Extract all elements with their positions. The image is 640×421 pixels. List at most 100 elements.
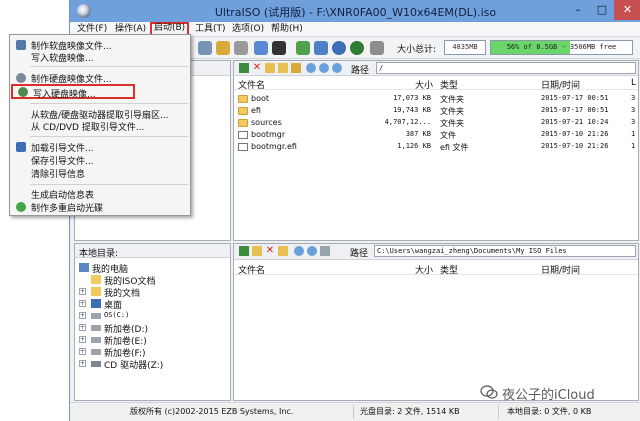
options-icon[interactable]: [307, 246, 317, 256]
status-divider: [498, 405, 499, 419]
expand-toggle[interactable]: +: [79, 348, 86, 355]
menu-item-write-disk-image[interactable]: 写入硬盘映像...: [11, 84, 135, 100]
iso-column-header: 文件名 大小 类型 日期/时间 L: [234, 77, 638, 91]
options-icon[interactable]: [319, 63, 329, 73]
write-disk-image-icon: [18, 87, 28, 97]
status-copyright: 版权所有 (c)2002-2015 EZB Systems, Inc.: [130, 407, 294, 416]
expand-toggle[interactable]: +: [79, 324, 86, 331]
title-bar[interactable]: UltraISO (试用版) - F:\XNR0FA00_W10x64EM(DL…: [70, 0, 640, 22]
menu-options[interactable]: 选项(O): [230, 23, 266, 36]
view-icon[interactable]: [320, 246, 330, 256]
size-total-label: 大小总计:: [397, 45, 437, 55]
local-file-pane: ✕ 路径 C:\Users\wangzai_zheng\Documents\My…: [233, 243, 639, 401]
menu-item-boot-info-table[interactable]: 生成启动信息表: [10, 188, 190, 201]
settings-icon[interactable]: [306, 63, 316, 73]
local-dir-header: 本地目录:: [75, 244, 230, 259]
menu-item-extract-boot-sector[interactable]: 从软盘/硬盘驱动器提取引导扇区...: [10, 108, 190, 121]
table-row[interactable]: sources 4,707,12... 文件夹 2015-07-21 10:24…: [234, 117, 638, 129]
load-boot-icon: [16, 142, 26, 152]
col-size[interactable]: 大小: [415, 263, 433, 276]
menu-item-clear-boot-info[interactable]: 清除引导信息: [10, 167, 190, 180]
multiboot-disc-icon: [16, 202, 26, 212]
col-size[interactable]: 大小: [415, 78, 433, 91]
table-row[interactable]: bootmgr.efi 1,126 KB efi 文件 2015-07-10 2…: [234, 141, 638, 153]
col-name[interactable]: 文件名: [238, 78, 265, 91]
expand-toggle[interactable]: +: [79, 300, 86, 307]
local-tree-pane: 本地目录: 我的电脑 我的ISO文档 + 我的文档 + 桌面 + OS(C:) …: [74, 243, 231, 401]
folder-icon: [91, 275, 101, 284]
menu-separator: [30, 66, 188, 67]
info-icon[interactable]: [350, 41, 364, 55]
new-folder-icon[interactable]: [278, 246, 288, 256]
exit-icon[interactable]: [370, 41, 384, 55]
boot-menu-dropdown: 制作软盘映像文件... 写入软盘映像... 制作硬盘映像文件... 写入硬盘映像…: [9, 34, 191, 216]
size-total-value: 4835MB: [444, 40, 486, 55]
maximize-button[interactable]: □: [590, 0, 614, 20]
properties-icon[interactable]: [278, 63, 288, 73]
add-icon[interactable]: [252, 246, 262, 256]
refresh-icon[interactable]: [332, 63, 342, 73]
menu-separator: [30, 136, 188, 137]
close-button[interactable]: ✕: [614, 0, 640, 20]
col-type[interactable]: 类型: [440, 78, 458, 91]
expand-toggle[interactable]: +: [79, 360, 86, 367]
menu-item-multiboot-disc[interactable]: 制作多重启动光碟: [10, 201, 190, 214]
col-extra[interactable]: L: [631, 78, 636, 88]
menu-help[interactable]: 帮助(H): [269, 23, 305, 36]
iso-file-pane: ✕ 路径 / 文件名 大小 类型 日期/时间 L boot 17,073 KB …: [233, 60, 639, 241]
file-icon: [238, 131, 248, 139]
folder-icon: [238, 95, 248, 103]
up-icon[interactable]: [239, 246, 249, 256]
iso-path-label: 路径: [351, 66, 370, 76]
window-title: UltraISO (试用版) - F:\XNR0FA00_W10x64EM(DL…: [214, 6, 497, 19]
mount-icon[interactable]: [272, 41, 286, 55]
menu-item-make-disk-image[interactable]: 制作硬盘映像文件...: [10, 72, 190, 85]
menu-item-write-floppy-image[interactable]: 写入软盘映像...: [10, 51, 190, 64]
menu-separator: [30, 184, 188, 185]
wechat-icon: [480, 385, 498, 399]
expand-toggle[interactable]: +: [79, 336, 86, 343]
extract-icon[interactable]: [198, 41, 212, 55]
delete-icon[interactable]: ✕: [265, 246, 275, 256]
cd-drive-icon: [91, 361, 101, 367]
col-type[interactable]: 类型: [440, 263, 458, 276]
compress-icon[interactable]: [296, 41, 310, 55]
folder-icon: [238, 107, 248, 115]
menu-separator: [30, 103, 188, 104]
capacity-bar: 56% of 8.5GB - 3506MB free: [490, 40, 633, 55]
iso-file-toolbar: ✕ 路径 /: [234, 61, 638, 76]
settings-icon[interactable]: [294, 246, 304, 256]
local-column-header: 文件名 大小 类型 日期/时间: [234, 262, 638, 276]
table-row[interactable]: boot 17,073 KB 文件夹 2015-07-17 00:51 3: [234, 93, 638, 105]
col-name[interactable]: 文件名: [238, 263, 265, 276]
up-icon[interactable]: [239, 63, 249, 73]
capacity-text: 56% of 8.5GB - 3506MB free: [506, 43, 617, 51]
burn-icon[interactable]: [254, 41, 268, 55]
local-path-input[interactable]: C:\Users\wangzai_zheng\Documents\My ISO …: [374, 245, 636, 257]
status-divider: [353, 405, 354, 419]
iso-path-input[interactable]: /: [376, 62, 636, 74]
check-icon[interactable]: [314, 41, 328, 55]
delete-icon[interactable]: ✕: [252, 63, 262, 73]
menu-item-make-floppy-image[interactable]: 制作软盘映像文件...: [10, 39, 190, 52]
table-row[interactable]: efi 19,743 KB 文件夹 2015-07-17 00:51 3: [234, 105, 638, 117]
table-row[interactable]: bootmgr 387 KB 文件 2015-07-10 21:26 1: [234, 129, 638, 141]
minimize-button[interactable]: –: [566, 0, 590, 20]
expand-toggle[interactable]: +: [79, 288, 86, 295]
disk-image-icon: [16, 73, 26, 83]
new-folder-icon[interactable]: [265, 63, 275, 73]
edit-icon[interactable]: [291, 63, 301, 73]
col-date[interactable]: 日期/时间: [541, 263, 580, 276]
menu-item-save-boot-file[interactable]: 保存引导文件...: [10, 154, 190, 167]
help-icon[interactable]: [332, 41, 346, 55]
menu-item-extract-cd-boot[interactable]: 从 CD/DVD 提取引导文件...: [10, 120, 190, 133]
delete-icon[interactable]: [234, 41, 248, 55]
expand-toggle[interactable]: +: [79, 312, 86, 319]
folder-icon: [238, 119, 248, 127]
add-file-icon[interactable]: [216, 41, 230, 55]
desktop-icon: [91, 299, 101, 308]
menu-item-load-boot-file[interactable]: 加载引导文件...: [10, 141, 190, 154]
menu-tools[interactable]: 工具(T): [193, 23, 228, 36]
col-date[interactable]: 日期/时间: [541, 78, 580, 91]
local-file-toolbar: ✕ 路径 C:\Users\wangzai_zheng\Documents\My…: [234, 244, 638, 260]
